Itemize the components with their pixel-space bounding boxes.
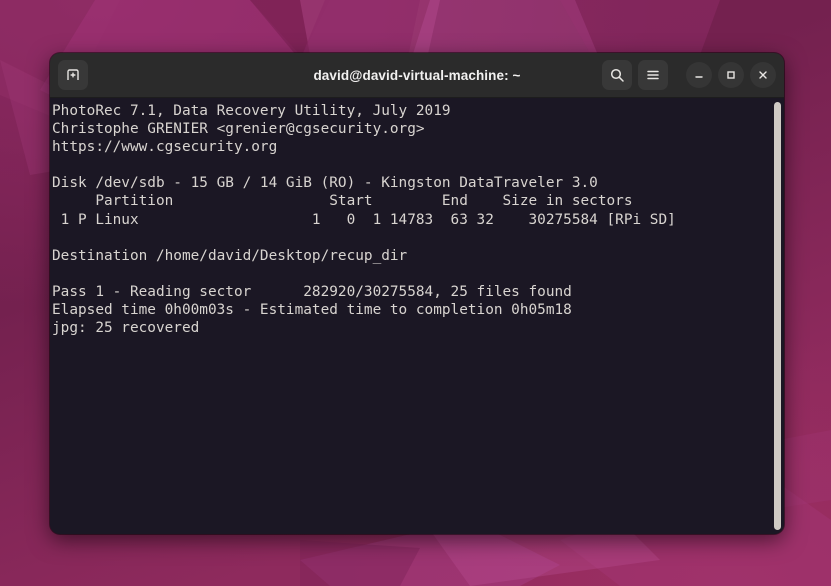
- search-icon[interactable]: [602, 60, 632, 90]
- terminal-scrollbar[interactable]: [774, 102, 781, 530]
- close-icon-glyph: [756, 68, 770, 82]
- terminal-scrollbar-thumb[interactable]: [774, 102, 781, 530]
- window-titlebar[interactable]: david@david-virtual-machine: ~: [50, 53, 784, 98]
- close-icon[interactable]: [750, 62, 776, 88]
- terminal-text: PhotoRec 7.1, Data Recovery Utility, Jul…: [52, 102, 676, 337]
- minimize-icon[interactable]: [686, 62, 712, 88]
- minimize-icon-glyph: [692, 68, 706, 82]
- search-icon-glyph: [609, 67, 625, 83]
- new-tab-plus-icon[interactable]: [58, 60, 88, 90]
- hamburger-menu-icon[interactable]: [638, 60, 668, 90]
- maximize-icon-glyph: [724, 68, 738, 82]
- hamburger-menu-icon-glyph: [645, 67, 661, 83]
- new-tab-plus-icon-glyph: [65, 67, 81, 83]
- maximize-icon[interactable]: [718, 62, 744, 88]
- terminal-window[interactable]: david@david-virtual-machine: ~: [50, 53, 784, 534]
- terminal-output-area[interactable]: PhotoRec 7.1, Data Recovery Utility, Jul…: [50, 98, 784, 534]
